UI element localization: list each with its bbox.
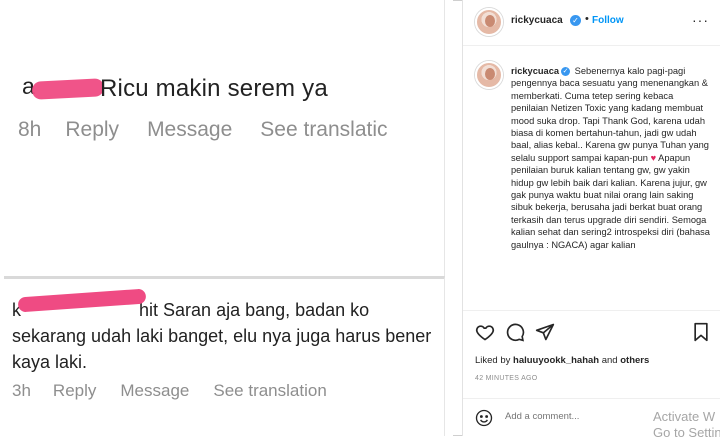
comment-1-actions: 8h Reply Message See translatic: [18, 118, 416, 142]
watermark-line-1: Activate W: [653, 409, 716, 424]
see-translation-button[interactable]: See translation: [213, 381, 326, 401]
caption-username[interactable]: rickycuaca: [511, 66, 559, 76]
message-button[interactable]: Message: [147, 118, 232, 142]
likes-user-link[interactable]: haluuyookk_hahah: [513, 355, 599, 366]
verified-icon: ✓: [570, 15, 581, 26]
comment-bar: Activate W Go to Settin: [463, 398, 720, 440]
separator-dot: •: [585, 13, 589, 25]
post-panel: rickycuaca ✓ • Follow ··· rickycuaca ✓ Se…: [462, 0, 720, 440]
redaction-mark: [31, 78, 105, 100]
reply-button[interactable]: Reply: [65, 118, 119, 142]
post-actions: [475, 322, 711, 344]
message-button[interactable]: Message: [120, 381, 189, 401]
comment-icon[interactable]: [505, 322, 525, 342]
add-comment-input[interactable]: [505, 411, 645, 422]
comment-1-text: Ricu makin serem ya: [100, 75, 328, 102]
reply-button[interactable]: Reply: [53, 381, 96, 401]
comment-2-actions: 3h Reply Message See translation: [12, 381, 351, 401]
post-caption: rickycuaca ✓ Sebenernya kalo pagi-pagi pe…: [511, 65, 711, 251]
more-options-icon[interactable]: ···: [692, 12, 709, 28]
bookmark-icon[interactable]: [691, 322, 711, 342]
caption-text: Sebenernya kalo pagi-pagi pengennya baca…: [511, 66, 709, 163]
windows-activation-watermark: Activate W Go to Settin: [653, 409, 720, 441]
post-username[interactable]: rickycuaca: [511, 15, 563, 26]
avatar[interactable]: [475, 8, 503, 36]
post-timestamp[interactable]: 42 MINUTES AGO: [475, 375, 538, 382]
verified-icon: ✓: [561, 67, 571, 76]
caption-section: rickycuaca ✓ Sebenernya kalo pagi-pagi pe…: [463, 46, 720, 311]
comment-2-time: 3h: [12, 381, 31, 400]
caption-text-cont: Apapun penilaian buruk kalian tentang gw…: [511, 152, 710, 250]
heart-icon[interactable]: [475, 322, 495, 342]
see-translation-button[interactable]: See translatic: [260, 118, 387, 142]
follow-button[interactable]: Follow: [592, 15, 624, 26]
likes-prefix: Liked by: [475, 355, 514, 366]
comment-2-body: Saran aja bang, badan ko sekarang udah l…: [12, 300, 432, 372]
likes-line: Liked by haluuyookk_hahah and others: [475, 355, 649, 366]
comment-1-time: 8h: [18, 118, 42, 141]
comment-screenshot: a Ricu makin serem ya 8h Reply Message S…: [0, 0, 453, 436]
likes-others-link[interactable]: others: [620, 355, 649, 366]
emoji-icon[interactable]: [475, 409, 493, 427]
watermark-line-2: Go to Settin: [653, 425, 720, 440]
avatar[interactable]: [475, 61, 503, 89]
comment-2-text: k hit Saran aja bang, badan ko sekarang u…: [12, 297, 442, 375]
post-header: rickycuaca ✓ • Follow ···: [463, 0, 720, 46]
likes-and: and: [599, 355, 621, 366]
share-icon[interactable]: [535, 322, 555, 342]
